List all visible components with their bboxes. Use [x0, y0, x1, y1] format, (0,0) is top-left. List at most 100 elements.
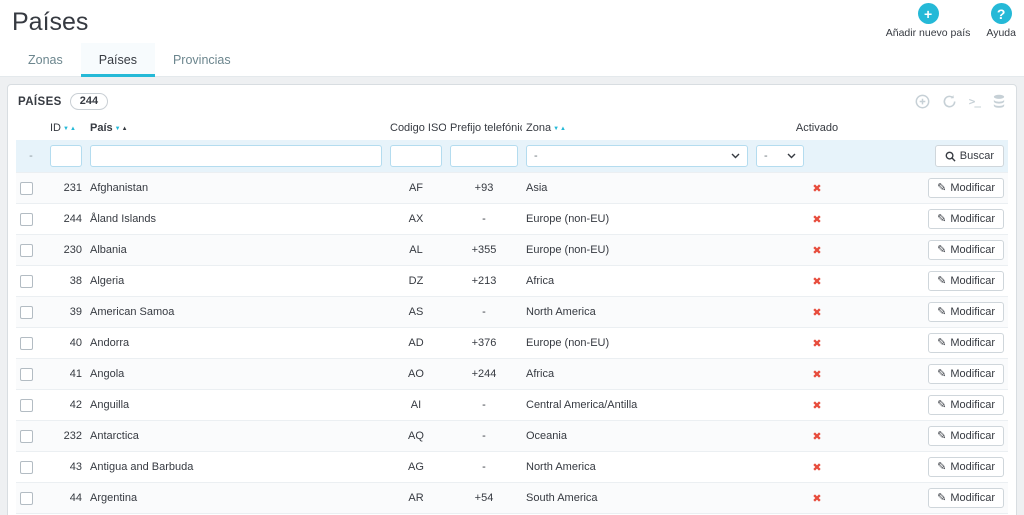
tab-provincias[interactable]: Provincias: [155, 43, 249, 76]
countries-panel: PAÍSES 244 >_ ID ▼▲ País ▼▲ Codigo ISO P…: [7, 84, 1017, 515]
pencil-icon: ✎: [937, 491, 947, 504]
col-zona[interactable]: Zona ▼▲: [522, 116, 752, 140]
row-checkbox[interactable]: [20, 491, 33, 505]
edit-button[interactable]: ✎ Modificar: [928, 178, 1004, 198]
add-country-button[interactable]: + Añadir nuevo país: [885, 3, 971, 39]
edit-button[interactable]: ✎ Modificar: [928, 333, 1004, 353]
search-button-label: Buscar: [959, 150, 994, 162]
filter-zone-value: -: [534, 150, 538, 162]
edit-button[interactable]: ✎ Modificar: [928, 488, 1004, 508]
row-iso: AR: [408, 492, 424, 504]
sort-desc-icon[interactable]: ▼: [553, 126, 560, 132]
panel-header: PAÍSES 244 >_: [8, 85, 1016, 116]
row-iso: DZ: [408, 275, 424, 287]
col-codigo-iso[interactable]: Codigo ISO▼▲: [386, 116, 446, 140]
search-button[interactable]: Buscar: [934, 145, 1004, 167]
row-checkbox[interactable]: [20, 429, 33, 443]
chevron-down-icon: [731, 153, 740, 159]
tab-paises[interactable]: Países: [80, 43, 156, 77]
row-checkbox[interactable]: [20, 181, 33, 195]
sort-asc-active-icon[interactable]: ▲: [122, 126, 129, 132]
row-prefix: +244: [471, 368, 497, 380]
edit-button[interactable]: ✎ Modificar: [928, 426, 1004, 446]
col-pais[interactable]: País ▼▲: [86, 116, 386, 140]
edit-button[interactable]: ✎ Modificar: [928, 457, 1004, 477]
row-country: Argentina: [90, 492, 138, 504]
sort-desc-icon[interactable]: ▼: [63, 126, 70, 132]
row-country: Antarctica: [90, 430, 139, 442]
row-checkbox[interactable]: [20, 212, 33, 226]
table-row: 231 Afghanistan AF +93 Asia ✖ ✎ Modifica…: [16, 172, 1008, 204]
add-icon[interactable]: [915, 94, 930, 109]
row-checkbox[interactable]: [20, 398, 33, 412]
tab-zonas[interactable]: Zonas: [10, 43, 81, 76]
page-title: Países: [12, 8, 89, 36]
filter-active-select[interactable]: -: [756, 145, 804, 167]
help-button[interactable]: ? Ayuda: [986, 3, 1016, 39]
sort-asc-icon[interactable]: ▲: [70, 126, 77, 132]
inactive-cross-icon: ✖: [812, 244, 822, 257]
edit-button[interactable]: ✎ Modificar: [928, 302, 1004, 322]
refresh-icon[interactable]: [942, 94, 957, 109]
edit-button[interactable]: ✎ Modificar: [928, 271, 1004, 291]
row-prefix: -: [482, 399, 486, 411]
filter-country-input[interactable]: [90, 145, 382, 167]
sort-desc-icon[interactable]: ▼: [115, 126, 122, 132]
edit-button-label: Modificar: [950, 275, 995, 287]
filter-id-input[interactable]: [50, 145, 82, 167]
add-country-label: Añadir nuevo país: [885, 27, 971, 39]
pencil-icon: ✎: [937, 212, 947, 225]
row-id: 42: [69, 399, 82, 411]
edit-button-label: Modificar: [950, 399, 995, 411]
row-country: Åland Islands: [90, 213, 157, 225]
row-zone: Europe (non-EU): [526, 244, 610, 256]
select-all-header: [16, 116, 46, 140]
inactive-cross-icon: ✖: [812, 213, 822, 226]
edit-button-label: Modificar: [950, 492, 995, 504]
col-id[interactable]: ID ▼▲: [46, 116, 86, 140]
col-prefijo[interactable]: Prefijo telefónico▼▲: [446, 116, 522, 140]
content-area: PAÍSES 244 >_ ID ▼▲ País ▼▲ Codigo ISO P…: [0, 77, 1024, 515]
row-checkbox[interactable]: [20, 243, 33, 257]
edit-button-label: Modificar: [950, 430, 995, 442]
row-checkbox[interactable]: [20, 305, 33, 319]
row-id: 231: [63, 182, 82, 194]
row-prefix: -: [482, 306, 486, 318]
row-prefix: +213: [471, 275, 497, 287]
row-iso: AI: [410, 399, 422, 411]
sort-icons: ▼▲: [63, 122, 77, 134]
sort-icons: ▼▲: [553, 122, 567, 134]
row-id: 41: [69, 368, 82, 380]
row-checkbox[interactable]: [20, 460, 33, 474]
column-header-row: ID▼▲ País▼▲ Codigo ISO▼▲ Prefijo telefón…: [16, 116, 1008, 140]
row-country: American Samoa: [90, 306, 175, 318]
filter-prefix-input[interactable]: [450, 145, 518, 167]
table-row: 42 Anguilla AI - Central America/Antilla…: [16, 389, 1008, 421]
row-checkbox[interactable]: [20, 336, 33, 350]
row-zone: Asia: [526, 182, 548, 194]
row-country: Antigua and Barbuda: [90, 461, 194, 473]
edit-button[interactable]: ✎ Modificar: [928, 395, 1004, 415]
sql-terminal-icon[interactable]: >_: [969, 95, 981, 108]
count-badge: 244: [69, 93, 109, 110]
edit-button[interactable]: ✎ Modificar: [928, 209, 1004, 229]
plus-circle-icon: +: [917, 3, 939, 24]
table-body: 231 Afghanistan AF +93 Asia ✖ ✎ Modifica…: [16, 172, 1008, 515]
pencil-icon: ✎: [937, 181, 947, 194]
edit-button[interactable]: ✎ Modificar: [928, 364, 1004, 384]
filter-zone-select[interactable]: -: [526, 145, 748, 167]
sort-asc-icon[interactable]: ▲: [560, 126, 567, 132]
export-stack-icon[interactable]: [992, 94, 1006, 109]
panel-toolbar: >_: [915, 94, 1006, 109]
filter-iso-input[interactable]: [390, 145, 442, 167]
filter-row: - - - Buscar: [16, 140, 1008, 173]
inactive-cross-icon: ✖: [812, 368, 822, 381]
row-checkbox[interactable]: [20, 274, 33, 288]
row-id: 244: [63, 213, 82, 225]
row-checkbox[interactable]: [20, 367, 33, 381]
filter-dash: -: [16, 140, 46, 173]
table-row: 44 Argentina AR +54 South America ✖ ✎ Mo…: [16, 482, 1008, 514]
chevron-down-icon: [787, 153, 796, 159]
edit-button[interactable]: ✎ Modificar: [928, 240, 1004, 260]
row-prefix: +355: [471, 244, 497, 256]
